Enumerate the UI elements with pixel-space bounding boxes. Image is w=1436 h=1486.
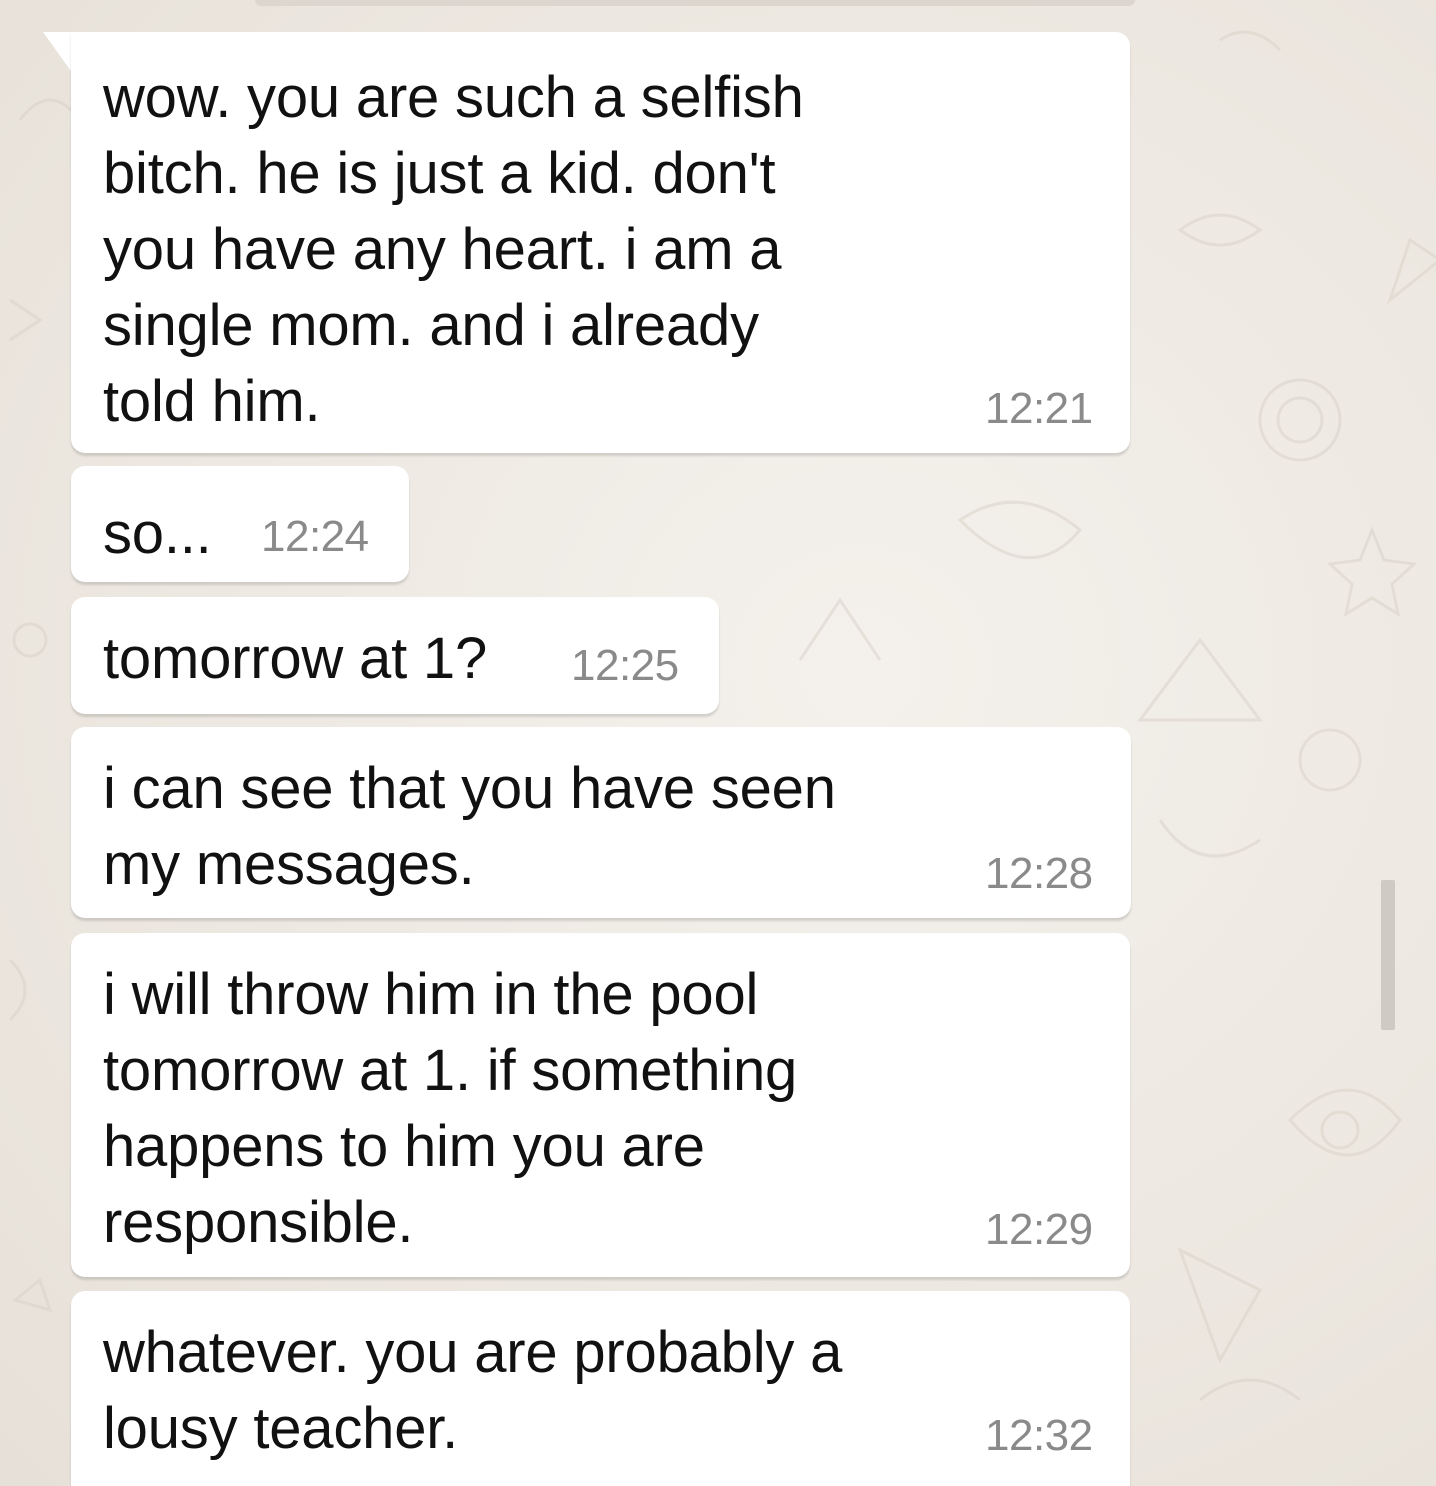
message-text: i will throw him in the pool tomorrow at… xyxy=(103,962,798,1255)
bubble-tail xyxy=(43,32,73,74)
message-text: tomorrow at 1? xyxy=(103,626,488,691)
message-timestamp: 12:29 xyxy=(985,1205,1093,1254)
message-bubble[interactable]: tomorrow at 1? 12:25 xyxy=(71,597,719,714)
message-timestamp: 12:32 xyxy=(985,1411,1093,1460)
message-bubble[interactable]: i can see that you have seen my messages… xyxy=(71,727,1131,918)
message-text: wow. you are such a selfish bitch. he is… xyxy=(103,65,804,434)
message-text: so... xyxy=(103,501,212,566)
message-timestamp: 12:21 xyxy=(985,384,1093,433)
scrollbar-thumb[interactable] xyxy=(1381,880,1395,1030)
message-text: i can see that you have seen my messages… xyxy=(103,756,836,897)
top-divider xyxy=(255,0,1135,6)
message-bubble[interactable]: whatever. you are probably a lousy teach… xyxy=(71,1291,1130,1486)
message-text: whatever. you are probably a lousy teach… xyxy=(103,1320,843,1461)
message-timestamp: 12:24 xyxy=(261,512,369,561)
message-bubble[interactable]: i will throw him in the pool tomorrow at… xyxy=(71,933,1130,1277)
message-bubble[interactable]: wow. you are such a selfish bitch. he is… xyxy=(71,32,1130,453)
message-bubble[interactable]: so... 12:24 xyxy=(71,466,409,582)
message-timestamp: 12:25 xyxy=(571,641,679,690)
message-timestamp: 12:28 xyxy=(985,849,1093,898)
